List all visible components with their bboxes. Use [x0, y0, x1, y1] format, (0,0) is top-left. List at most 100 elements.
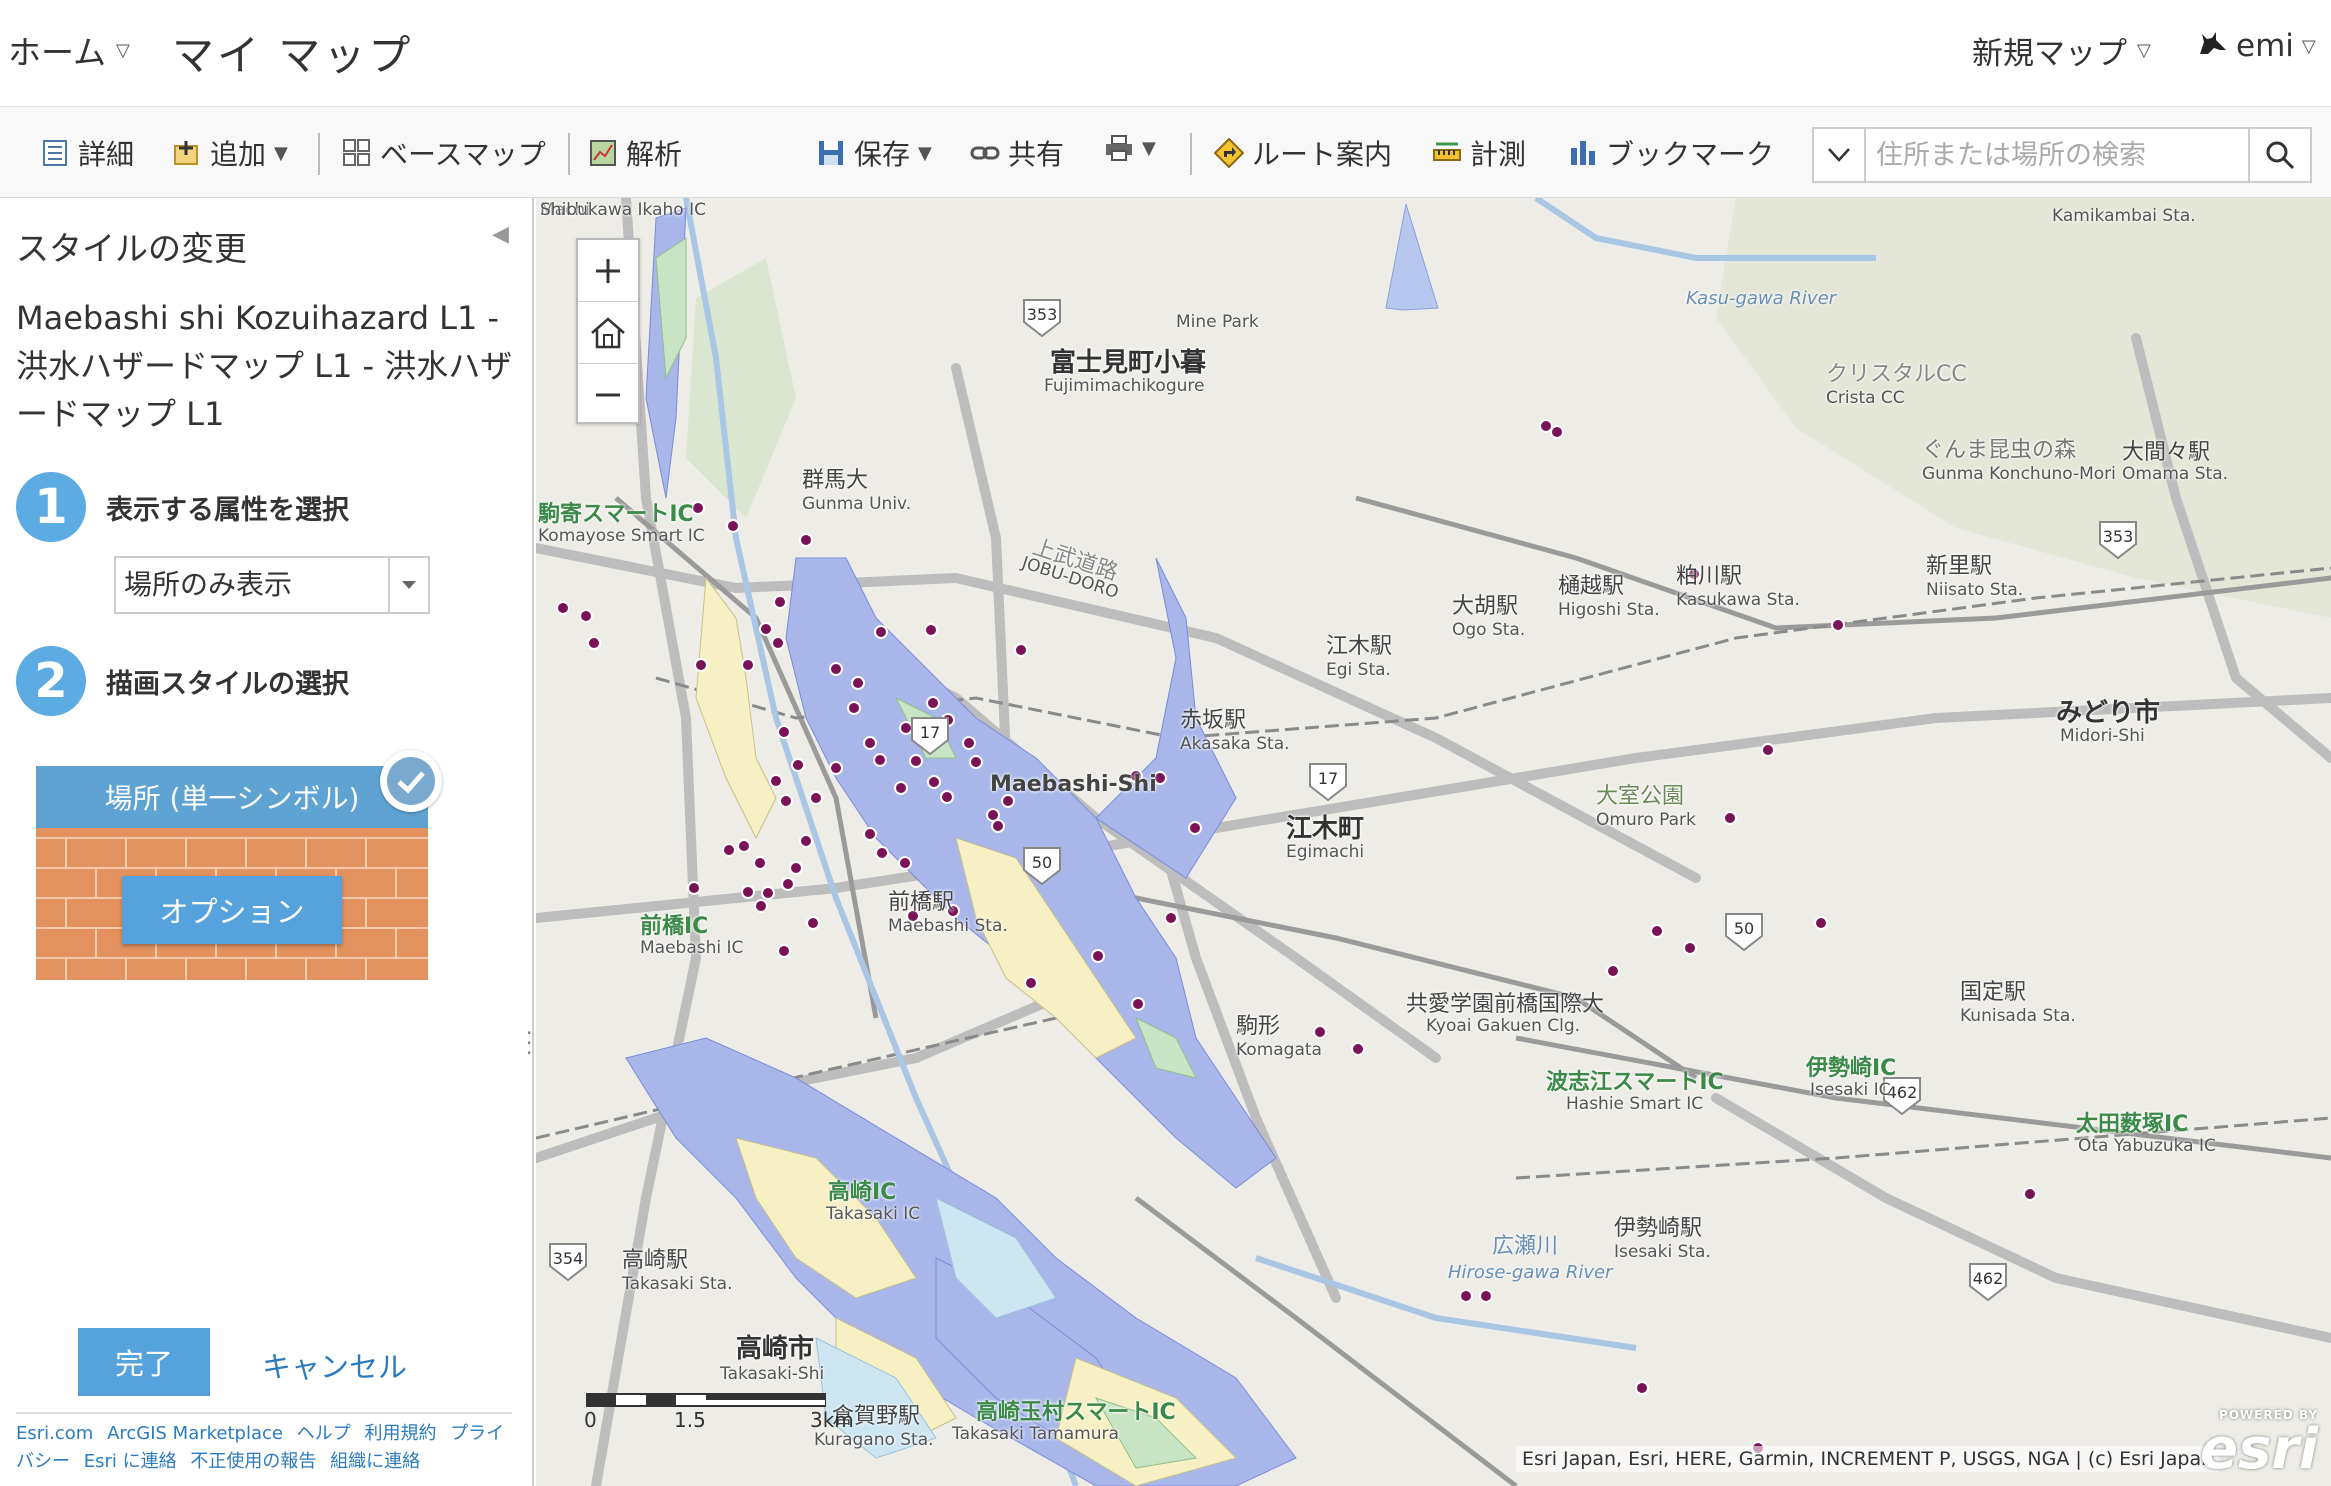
map-view[interactable]: 353 17 17 50 50 353 462 462 354 Machi Sh… — [536, 198, 2331, 1486]
esri-wordmark: esri — [2200, 1417, 2319, 1482]
footer-link-terms[interactable]: 利用規約 — [364, 1423, 436, 1444]
map-label: 前橋IC — [640, 914, 709, 939]
zoom-out-button[interactable] — [578, 364, 638, 426]
checkmark-icon — [380, 750, 442, 812]
map-label: みどり市 — [2056, 698, 2161, 728]
route-shield-353: 353 — [1027, 305, 1058, 324]
map-label: Omama Sta. — [2122, 464, 2229, 484]
home-menu[interactable]: ホーム ▽ — [8, 26, 130, 74]
map-label: 富士見町小暮 — [1050, 348, 1207, 378]
toolbar-divider — [568, 133, 570, 175]
map-label: Isesaki Sta. — [1614, 1242, 1711, 1262]
map-label: Takasaki Sta. — [622, 1274, 733, 1294]
map-label: Gunma Konchuno-Mori — [1922, 464, 2116, 484]
caret-down-icon: ▼ — [1142, 137, 1156, 159]
search-input[interactable] — [1866, 129, 2248, 181]
analysis-button[interactable]: 解析 — [588, 133, 682, 173]
options-button[interactable]: オプション — [122, 876, 342, 944]
route-shield-17b: 17 — [1318, 769, 1338, 788]
measure-ruler-icon — [1433, 142, 1461, 161]
share-link-icon — [970, 146, 1000, 160]
done-button[interactable]: 完了 — [78, 1328, 210, 1396]
map-label: 駒寄スマートIC — [538, 502, 694, 527]
print-button[interactable]: ▼ — [1104, 133, 1156, 163]
zoom-in-button[interactable] — [578, 240, 638, 302]
footer-link-esri-com[interactable]: Esri.com — [16, 1423, 93, 1444]
details-label: 詳細 — [78, 138, 135, 171]
map-label: Takasaki IC — [826, 1204, 921, 1224]
panel-title: スタイルの変更 — [16, 229, 247, 268]
collapse-panel-icon[interactable]: ◀ — [492, 222, 509, 247]
home-extent-button[interactable] — [578, 302, 638, 364]
map-label: 太田薮塚IC — [2076, 1112, 2189, 1137]
add-button[interactable]: 追加 ▼ — [172, 133, 288, 173]
save-label: 保存 — [854, 138, 911, 171]
route-shield-462b: 462 — [1973, 1269, 2004, 1288]
footer-link-marketplace[interactable]: ArcGIS Marketplace — [107, 1423, 283, 1444]
analysis-label: 解析 — [626, 138, 683, 171]
step-1-number: 1 — [16, 472, 86, 542]
search-icon — [2266, 141, 2295, 170]
directions-button[interactable]: ルート案内 — [1214, 133, 1392, 173]
map-label: Kamikambai Sta. — [2052, 206, 2196, 226]
toolbar-divider — [1190, 133, 1192, 175]
map-label: 駒形 — [1236, 1014, 1281, 1039]
map-label: 高崎駅 — [622, 1248, 689, 1273]
style-card-single-symbol[interactable]: 場所 (単一シンボル) オプション — [36, 766, 428, 980]
details-button[interactable]: 詳細 — [40, 133, 134, 173]
footer-link-contact-esri[interactable]: Esri に連絡 — [84, 1451, 177, 1472]
footer-link-help[interactable]: ヘルプ — [297, 1423, 351, 1444]
basemap-button[interactable]: ベースマップ — [342, 133, 546, 173]
map-label: 伊勢崎駅 — [1614, 1216, 1703, 1241]
style-card-label: 場所 (単一シンボル) — [36, 766, 428, 828]
map-label: Higoshi Sta. — [1558, 600, 1660, 620]
user-menu[interactable]: emi ▽ — [2198, 28, 2316, 64]
route-shield-354: 354 — [553, 1249, 584, 1268]
map-label: Ota Yabuzuka IC — [2078, 1136, 2216, 1156]
esri-logo[interactable]: POWERED BY esri — [2200, 1408, 2318, 1478]
chevron-down-icon: ▽ — [2137, 40, 2151, 61]
basemap-grid-icon — [343, 139, 370, 166]
map-label: 大間々駅 — [2122, 440, 2211, 465]
new-map-menu[interactable]: 新規マップ ▽ — [1972, 28, 2151, 73]
map-label: Komagata — [1236, 1040, 1322, 1060]
step-2: 2 描画スタイルの選択 — [16, 646, 349, 716]
footer-link-report-abuse[interactable]: 不正使用の報告 — [190, 1451, 316, 1472]
save-button[interactable]: 保存 ▼ — [816, 133, 932, 173]
step-1: 1 表示する属性を選択 — [16, 472, 349, 542]
map-canvas: 353 17 17 50 50 353 462 462 354 — [536, 198, 2331, 1486]
map-label: 新里駅 — [1926, 554, 1993, 579]
bookmarks-button[interactable]: ブックマーク — [1568, 133, 1774, 173]
map-label: 樋越駅 — [1558, 574, 1625, 599]
search-source-dropdown[interactable] — [1814, 129, 1866, 181]
map-label: 広瀬川 — [1492, 1234, 1559, 1259]
map-label: Mine Park — [1176, 312, 1259, 332]
map-label: 波志江スマートIC — [1546, 1070, 1724, 1095]
map-label: Fujimimachikogure — [1044, 376, 1205, 396]
cat-avatar-icon — [2198, 28, 2228, 64]
search-button[interactable] — [2248, 129, 2310, 181]
share-button[interactable]: 共有 — [970, 133, 1064, 173]
bookmark-icon — [1571, 141, 1595, 165]
map-label: Maebashi-Shi — [990, 772, 1157, 797]
attribute-select[interactable]: 場所のみ表示 — [114, 556, 430, 614]
plus-icon — [596, 258, 620, 283]
add-label: 追加 — [210, 138, 267, 171]
map-label: Omuro Park — [1596, 810, 1696, 830]
route-shield-50b: 50 — [1734, 919, 1754, 938]
new-map-label: 新規マップ — [1972, 36, 2127, 72]
map-label: Isesaki IC — [1810, 1080, 1891, 1100]
panel-resize-handle[interactable]: · · · — [526, 1023, 532, 1063]
chevron-down-icon: ▽ — [116, 39, 130, 61]
zoom-control — [576, 238, 640, 424]
footer-link-contact-org[interactable]: 組織に連絡 — [330, 1451, 420, 1472]
measure-button[interactable]: 計測 — [1432, 133, 1526, 173]
save-icon — [819, 141, 843, 165]
cancel-button[interactable]: キャンセル — [262, 1344, 407, 1386]
map-label: Kasukawa Sta. — [1676, 590, 1800, 610]
caret-down-icon: ▼ — [918, 142, 932, 164]
map-label: 群馬大 — [802, 468, 869, 493]
map-label: Komayose Smart IC — [538, 526, 705, 546]
map-label: Kyoai Gakuen Clg. — [1426, 1016, 1581, 1036]
map-label: Maebashi IC — [640, 938, 744, 958]
